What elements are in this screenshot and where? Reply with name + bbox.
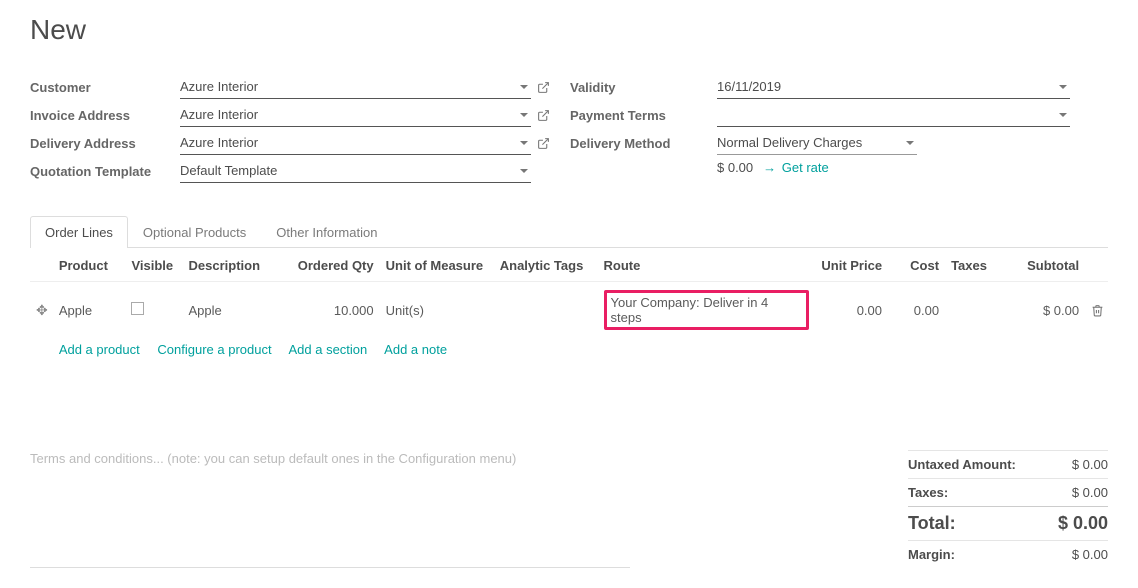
cell-subtotal: $ 0.00 xyxy=(1002,282,1085,339)
totals-box: Untaxed Amount: $ 0.00 Taxes: $ 0.00 Tot… xyxy=(908,450,1108,568)
customer-label: Customer xyxy=(30,80,180,95)
table-row[interactable]: ✥ Apple Apple 10.000 Unit(s) Your Compan… xyxy=(30,282,1108,339)
payment-terms-label: Payment Terms xyxy=(570,108,717,123)
validity-label: Validity xyxy=(570,80,717,95)
order-lines-table: Product Visible Description Ordered Qty … xyxy=(30,248,1108,365)
cell-product[interactable]: Apple xyxy=(53,282,126,339)
invoice-address-field[interactable]: Azure Interior xyxy=(180,105,531,127)
quotation-template-field[interactable]: Default Template xyxy=(180,161,531,183)
delivery-method-label: Delivery Method xyxy=(570,136,717,151)
taxes-label: Taxes: xyxy=(908,485,948,500)
checkbox-icon[interactable] xyxy=(131,302,144,315)
cell-delete[interactable] xyxy=(1085,282,1108,339)
move-handle-icon[interactable]: ✥ xyxy=(36,302,48,318)
page-title: New xyxy=(30,14,1108,46)
col-delete xyxy=(1085,248,1108,282)
col-uom: Unit of Measure xyxy=(380,248,494,282)
col-taxes: Taxes xyxy=(945,248,1002,282)
payment-terms-field[interactable] xyxy=(717,105,1070,127)
delivery-cost-value: $ 0.00 xyxy=(717,160,753,175)
cell-analytic-tags[interactable] xyxy=(494,282,598,339)
untaxed-label: Untaxed Amount: xyxy=(908,457,1016,472)
col-ordered-qty: Ordered Qty xyxy=(286,248,379,282)
chevron-down-icon xyxy=(520,85,528,89)
external-link-icon[interactable] xyxy=(537,81,550,94)
tab-order-lines[interactable]: Order Lines xyxy=(30,216,128,248)
col-product: Product xyxy=(53,248,126,282)
delivery-address-field[interactable]: Azure Interior xyxy=(180,133,531,155)
col-unit-price: Unit Price xyxy=(815,248,888,282)
total-value: $ 0.00 xyxy=(1058,513,1108,534)
external-link-icon[interactable] xyxy=(537,109,550,122)
add-product-link[interactable]: Add a product xyxy=(59,342,140,357)
tab-other-information[interactable]: Other Information xyxy=(261,216,392,248)
quotation-template-value: Default Template xyxy=(180,163,277,178)
cell-taxes[interactable] xyxy=(945,282,1002,339)
route-highlight: Your Company: Deliver in 4 steps xyxy=(604,290,810,330)
invoice-address-label: Invoice Address xyxy=(30,108,180,123)
chevron-down-icon xyxy=(1059,85,1067,89)
cell-visible[interactable] xyxy=(125,282,182,339)
chevron-down-icon xyxy=(520,113,528,117)
cell-unit-price[interactable]: 0.00 xyxy=(815,282,888,339)
configure-product-link[interactable]: Configure a product xyxy=(157,342,271,357)
add-note-link[interactable]: Add a note xyxy=(384,342,447,357)
untaxed-value: $ 0.00 xyxy=(1072,457,1108,472)
margin-value: $ 0.00 xyxy=(1072,547,1108,562)
col-handle xyxy=(30,248,53,282)
col-route: Route xyxy=(598,248,816,282)
cell-cost[interactable]: 0.00 xyxy=(888,282,945,339)
add-section-link[interactable]: Add a section xyxy=(288,342,367,357)
cell-ordered-qty[interactable]: 10.000 xyxy=(286,282,379,339)
col-description: Description xyxy=(183,248,287,282)
total-label: Total: xyxy=(908,513,956,534)
validity-value: 16/11/2019 xyxy=(717,79,781,94)
col-subtotal: Subtotal xyxy=(1002,248,1085,282)
chevron-down-icon xyxy=(906,141,914,145)
customer-field[interactable]: Azure Interior xyxy=(180,77,531,99)
delivery-method-field[interactable]: Normal Delivery Charges xyxy=(717,133,917,155)
delivery-address-label: Delivery Address xyxy=(30,136,180,151)
validity-field[interactable]: 16/11/2019 xyxy=(717,77,1070,99)
cell-uom[interactable]: Unit(s) xyxy=(380,282,494,339)
taxes-value: $ 0.00 xyxy=(1072,485,1108,500)
customer-value: Azure Interior xyxy=(180,79,258,94)
col-cost: Cost xyxy=(888,248,945,282)
invoice-address-value: Azure Interior xyxy=(180,107,258,122)
chevron-down-icon xyxy=(520,169,528,173)
col-analytic-tags: Analytic Tags xyxy=(494,248,598,282)
cell-route[interactable]: Your Company: Deliver in 4 steps xyxy=(598,282,816,339)
arrow-right-icon: → xyxy=(763,160,776,175)
get-rate-label: Get rate xyxy=(782,160,829,175)
quotation-template-label: Quotation Template xyxy=(30,164,180,179)
col-visible: Visible xyxy=(125,248,182,282)
cell-description[interactable]: Apple xyxy=(183,282,287,339)
tab-optional-products[interactable]: Optional Products xyxy=(128,216,261,248)
get-rate-button[interactable]: → Get rate xyxy=(763,160,829,175)
external-link-icon[interactable] xyxy=(537,137,550,150)
delivery-address-value: Azure Interior xyxy=(180,135,258,150)
margin-label: Margin: xyxy=(908,547,955,562)
tab-bar: Order Lines Optional Products Other Info… xyxy=(30,216,1108,248)
trash-icon[interactable] xyxy=(1091,304,1102,317)
delivery-method-value: Normal Delivery Charges xyxy=(717,135,862,150)
chevron-down-icon xyxy=(1059,113,1067,117)
terms-input[interactable]: Terms and conditions... (note: you can s… xyxy=(30,450,630,568)
chevron-down-icon xyxy=(520,141,528,145)
